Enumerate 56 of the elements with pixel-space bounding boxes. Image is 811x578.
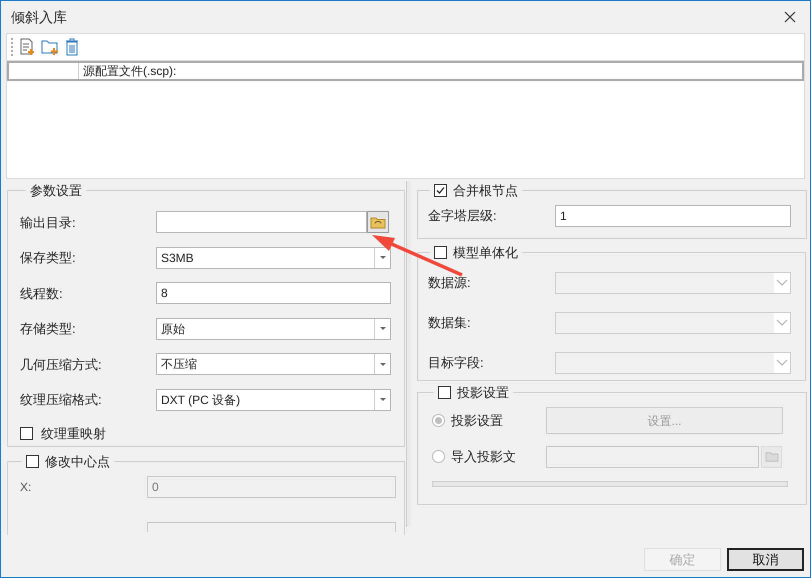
- dropdown[interactable]: DXT (PC 设备): [156, 388, 391, 411]
- input-field[interactable]: 1: [555, 204, 791, 226]
- field-label: 存储类型:: [20, 320, 77, 338]
- caret-icon: [378, 326, 386, 332]
- folder-icon: [370, 216, 386, 229]
- dropdown[interactable]: 原始: [156, 318, 391, 340]
- caret-icon: [776, 359, 788, 366]
- checkbox-label: 纹理重映射: [41, 424, 106, 443]
- dropdown[interactable]: [555, 272, 791, 294]
- field-label: 纹理压缩格式:: [20, 391, 103, 409]
- input-field[interactable]: [147, 522, 396, 532]
- dialog-button[interactable]: 取消: [727, 548, 804, 571]
- dropdown[interactable]: [555, 352, 791, 374]
- radio-button[interactable]: [432, 414, 445, 427]
- field-label: 输出目录:: [20, 214, 77, 232]
- checkbox-label: 修改中心点: [45, 453, 110, 471]
- input-field[interactable]: [156, 211, 367, 234]
- field-label: 目标字段:: [428, 354, 485, 372]
- field-label: 数据集:: [428, 314, 472, 332]
- folder-icon: [764, 451, 778, 462]
- browse-button[interactable]: [367, 211, 389, 234]
- radio-button[interactable]: [432, 450, 445, 463]
- caret-icon: [776, 279, 788, 286]
- checkbox[interactable]: [20, 427, 33, 440]
- radio-label: 投影设置: [451, 412, 504, 430]
- field-label: 金字塔层级:: [428, 206, 498, 225]
- dropdown[interactable]: S3MB: [156, 246, 391, 269]
- checkbox[interactable]: [434, 184, 447, 198]
- input-field[interactable]: 8: [156, 282, 391, 304]
- dropdown[interactable]: 不压缩: [156, 353, 391, 376]
- input-field[interactable]: [546, 446, 759, 468]
- checkbox-label: 合并根节点: [453, 182, 518, 200]
- checkbox[interactable]: [438, 386, 451, 400]
- caret-icon: [378, 362, 386, 367]
- group-title: 参数设置: [29, 182, 83, 200]
- checkbox-label: 模型单体化: [453, 244, 518, 262]
- caret-icon: [378, 397, 386, 402]
- dropdown[interactable]: [555, 312, 791, 334]
- add-file-icon[interactable]: [18, 38, 36, 56]
- caret-icon: [378, 255, 386, 260]
- radio-label: 导入投影文: [451, 448, 517, 466]
- add-folder-icon[interactable]: [41, 38, 59, 56]
- checkbox[interactable]: [26, 455, 39, 468]
- caret-icon: [776, 319, 788, 326]
- field-label: X:: [20, 478, 32, 496]
- field-label: 线程数:: [20, 284, 64, 302]
- field-label: 几何压缩方式:: [20, 356, 103, 374]
- checkbox-label: 投影设置: [457, 384, 509, 402]
- field-label: 数据源:: [428, 274, 472, 292]
- close-icon[interactable]: [784, 11, 796, 23]
- input-field[interactable]: 0: [147, 476, 396, 498]
- window-title: 倾斜入库: [11, 8, 67, 26]
- checkbox[interactable]: [434, 246, 447, 260]
- delete-icon[interactable]: [64, 38, 80, 56]
- field-label: 保存类型:: [20, 249, 77, 267]
- column-header: 源配置文件(.scp):: [82, 63, 176, 79]
